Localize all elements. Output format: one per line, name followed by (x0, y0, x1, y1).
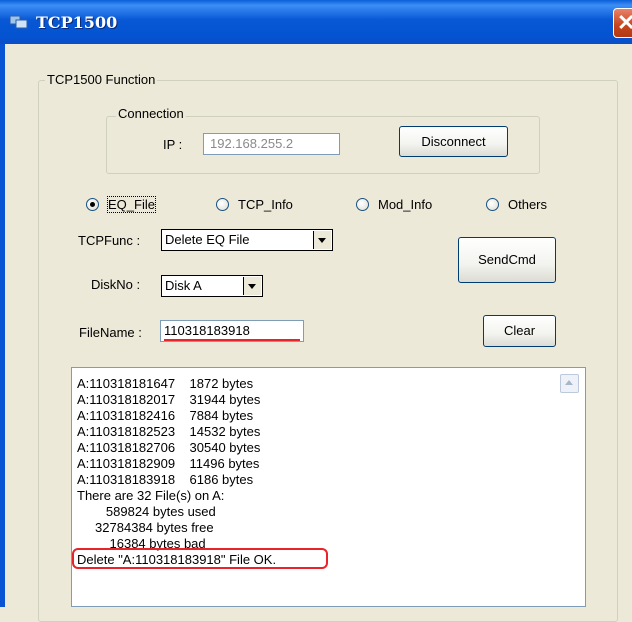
clear-label: Clear (503, 323, 536, 338)
close-button[interactable]: ✕ (613, 8, 632, 38)
function-group-legend: TCP1500 Function (45, 72, 158, 87)
radio-mod-info[interactable]: Mod_Info (356, 197, 432, 212)
title-bar: TCP1500 ✕ (0, 0, 632, 44)
radio-mod-info-circle (356, 198, 369, 211)
chevron-down-icon[interactable] (243, 277, 261, 295)
list-item: A:110318181647 1872 bytes (77, 376, 254, 391)
filename-label: FileName : (79, 325, 142, 340)
radio-tcp-info-circle (216, 198, 229, 211)
radio-tcp-info-label: TCP_Info (238, 197, 293, 212)
diskno-select[interactable]: Disk A (161, 275, 263, 297)
radio-eq-file[interactable]: EQ_File (86, 196, 156, 213)
ip-label: IP : (163, 137, 183, 152)
radio-tcp-info[interactable]: TCP_Info (216, 197, 293, 212)
sendcmd-label: SendCmd (478, 252, 536, 267)
clear-button[interactable]: Clear (483, 315, 556, 347)
close-icon: ✕ (617, 10, 632, 35)
diskno-value: Disk A (165, 278, 202, 293)
list-item: A:110318182909 11496 bytes (77, 456, 260, 471)
diskno-label: DiskNo : (91, 277, 141, 292)
ip-field[interactable]: 192.168.255.2 (203, 133, 340, 155)
output-listbox[interactable]: A:110318181647 1872 bytes A:110318182017… (71, 367, 586, 607)
list-item: 32784384 bytes free (77, 520, 214, 535)
connection-legend: Connection (116, 106, 186, 121)
sendcmd-button[interactable]: SendCmd (458, 237, 556, 283)
window-title: TCP1500 (36, 13, 118, 32)
list-item: A:110318183918 6186 bytes (77, 472, 254, 487)
chevron-down-icon[interactable] (313, 231, 331, 249)
radio-others-circle (486, 198, 499, 211)
list-item: A:110318182523 14532 bytes (77, 424, 261, 439)
filename-value: 110318183918 (164, 323, 250, 338)
radio-eq-file-label: EQ_File (107, 196, 156, 213)
tcpfunc-value: Delete EQ File (165, 232, 250, 247)
radio-others-label: Others (508, 197, 548, 212)
disconnect-button[interactable]: Disconnect (399, 126, 508, 157)
tcpfunc-label: TCPFunc : (78, 233, 141, 248)
filename-highlight-underline (164, 339, 300, 341)
disconnect-label: Disconnect (421, 134, 486, 149)
list-item: There are 32 File(s) on A: (77, 488, 225, 503)
radio-mod-info-label: Mod_Info (378, 197, 433, 212)
delete-ok-highlight-box (72, 548, 328, 569)
app-window-icon (10, 16, 28, 29)
list-item: A:110318182706 30540 bytes (77, 440, 261, 455)
list-item: 589824 bytes used (77, 504, 216, 519)
list-item: A:110318182416 7884 bytes (77, 408, 254, 423)
tcpfunc-select[interactable]: Delete EQ File (161, 229, 333, 251)
scroll-up-arrow-icon[interactable] (560, 374, 579, 393)
radio-others[interactable]: Others (486, 197, 547, 212)
ip-value: 192.168.255.2 (210, 136, 294, 151)
radio-eq-file-circle (86, 198, 99, 211)
list-item: A:110318182017 31944 bytes (77, 392, 261, 407)
